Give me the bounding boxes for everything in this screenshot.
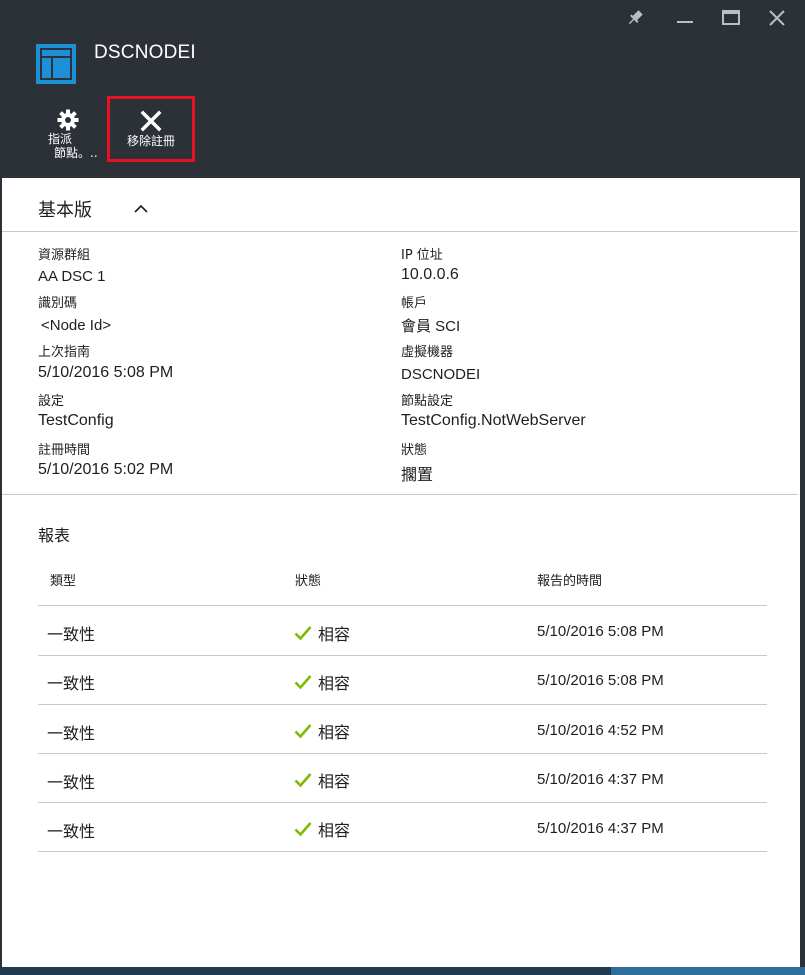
- row-status: 相容: [294, 621, 350, 645]
- registration-time-label: 註冊時間: [38, 443, 91, 458]
- account-value[interactable]: 會員 SCI: [401, 315, 460, 336]
- row-time: 5/10/2016 4:37 PM: [537, 820, 664, 837]
- unregister-label: 移除註冊: [126, 134, 175, 148]
- virtual-machine-value[interactable]: DSCNODEI: [401, 366, 480, 383]
- maximize-icon[interactable]: [718, 6, 744, 30]
- pin-icon[interactable]: [622, 6, 648, 30]
- ip-address-label: IP 位址: [401, 248, 443, 263]
- row-type: 一致性: [47, 773, 96, 792]
- minimize-icon[interactable]: [672, 6, 698, 30]
- row-divider: [38, 753, 767, 754]
- configuration-label: 設定: [38, 394, 65, 409]
- checkmark-icon: [294, 626, 312, 641]
- configuration-value[interactable]: TestConfig: [38, 412, 114, 430]
- node-configuration-label: 節點設定: [401, 394, 454, 409]
- row-time: 5/10/2016 5:08 PM: [537, 672, 664, 689]
- node-id-label: 識別碼: [38, 296, 78, 311]
- resource-group-label: 資源群組: [38, 248, 91, 263]
- row-status-text: 相容: [318, 821, 351, 840]
- row-status-text: 相容: [318, 625, 351, 644]
- node-configuration-value[interactable]: TestConfig.NotWebServer: [401, 412, 586, 430]
- checkmark-icon: [294, 724, 312, 739]
- reports-title: 報表: [38, 526, 71, 545]
- unregister-button[interactable]: 移除註冊: [107, 96, 195, 162]
- row-time: 5/10/2016 5:08 PM: [537, 623, 664, 640]
- column-header-status[interactable]: 狀態: [295, 570, 321, 589]
- ip-address-value: 10.0.0.6: [401, 266, 459, 283]
- dsc-node-icon: [36, 44, 76, 84]
- row-status-text: 相容: [318, 772, 351, 791]
- row-type: 一致性: [47, 822, 96, 841]
- assign-label-line1: 指派: [48, 132, 73, 146]
- status-value: 擱置: [401, 467, 434, 484]
- row-time: 5/10/2016 4:37 PM: [537, 771, 664, 788]
- taskbar-segment: [611, 967, 805, 975]
- section-divider: [2, 494, 798, 495]
- row-status: 相容: [294, 670, 350, 694]
- row-divider: [38, 802, 767, 803]
- checkmark-icon: [294, 675, 312, 690]
- taskbar-strip: [0, 967, 805, 975]
- table-header-divider: [38, 605, 767, 606]
- column-header-report-time[interactable]: 報告的時間: [537, 570, 602, 589]
- row-divider: [38, 704, 767, 705]
- assign-node-config-button[interactable]: 指派 節點。..: [40, 108, 100, 160]
- row-type: 一致性: [47, 625, 96, 644]
- window-border-left: [0, 0, 2, 975]
- chevron-up-icon[interactable]: [133, 199, 149, 218]
- column-header-type[interactable]: 類型: [50, 570, 76, 589]
- gear-icon: [36, 108, 100, 132]
- blade-title: DSCNODEI: [94, 42, 196, 63]
- row-divider: [38, 655, 767, 656]
- row-time: 5/10/2016 4:52 PM: [537, 722, 664, 739]
- row-status: 相容: [294, 719, 350, 743]
- essentials-title: 基本版: [38, 200, 92, 221]
- virtual-machine-label: 虛擬機器: [401, 345, 454, 360]
- checkmark-icon: [294, 822, 312, 837]
- row-status: 相容: [294, 768, 350, 792]
- node-id-value: <Node Id>: [41, 317, 112, 334]
- row-status-text: 相容: [318, 723, 351, 742]
- x-icon: [110, 108, 192, 134]
- essentials-header[interactable]: 基本版: [2, 180, 798, 232]
- checkmark-icon: [294, 773, 312, 788]
- resource-group-value[interactable]: AA DSC 1: [38, 268, 106, 285]
- blade-header: DSCNODEI 指派 節點。.. 移除註冊: [0, 0, 805, 178]
- row-type: 一致性: [47, 674, 96, 693]
- row-status: 相容: [294, 817, 350, 841]
- assign-label-line2: 節點。..: [54, 146, 98, 160]
- close-icon[interactable]: [764, 6, 790, 30]
- status-label: 狀態: [401, 443, 428, 458]
- window-border-right: [800, 0, 805, 975]
- row-status-text: 相容: [318, 674, 351, 693]
- last-checkin-value: 5/10/2016 5:08 PM: [38, 364, 174, 381]
- account-label: 帳戶: [401, 296, 428, 311]
- last-checkin-label: 上次指南: [38, 345, 91, 360]
- row-type: 一致性: [47, 724, 96, 743]
- row-divider: [38, 851, 767, 852]
- registration-time-value: 5/10/2016 5:02 PM: [38, 461, 174, 478]
